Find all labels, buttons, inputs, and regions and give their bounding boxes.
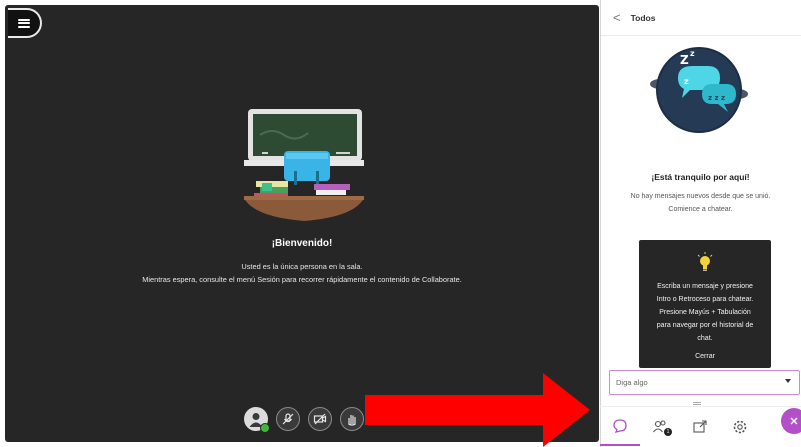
welcome-message-line1: Usted es la única persona en la sala. [241, 262, 363, 271]
session-menu-button[interactable] [8, 8, 42, 38]
raise-hand-icon [348, 415, 356, 426]
tab-share-content[interactable] [680, 408, 720, 446]
raise-hand-button[interactable] [340, 407, 364, 431]
empty-chat-line1: No hay mensajes nuevos desde que se unió… [630, 193, 771, 200]
back-chevron-icon[interactable]: < [613, 11, 621, 24]
red-arrow-annotation [365, 373, 590, 447]
classroom-illustration [244, 109, 364, 221]
svg-text:Z: Z [680, 53, 689, 67]
close-icon [790, 417, 798, 425]
camera-off-icon [313, 413, 327, 425]
tip-line2: Intro o Retroceso para chatear. [656, 296, 754, 303]
tip-line5: chat. [697, 335, 713, 342]
svg-text:z: z [690, 49, 695, 58]
media-controls [244, 402, 364, 436]
panel-tab-bar: 1 [600, 406, 801, 447]
chat-message-input[interactable] [616, 378, 776, 387]
chat-bubble-icon [613, 419, 627, 433]
participants-count-badge: 1 [664, 428, 672, 436]
empty-chat-line2: Comience a chatear. [668, 206, 733, 213]
chat-tip-card: Escriba un mensaje y presione Intro o Re… [639, 240, 771, 368]
empty-chat-title: ¡Está tranquilo por aquí! [651, 172, 750, 182]
resize-grip-icon[interactable] [693, 402, 701, 405]
close-panel-button[interactable] [781, 408, 801, 434]
tab-participants[interactable]: 1 [640, 408, 680, 446]
hamburger-menu-icon [18, 18, 30, 28]
chat-panel-header: < Todos [601, 0, 801, 36]
status-online-icon [260, 423, 270, 433]
tip-close-button[interactable]: Cerrar [645, 353, 765, 360]
svg-text:z: z [684, 77, 689, 86]
camera-toggle-button[interactable] [308, 407, 332, 431]
tab-settings[interactable] [720, 408, 760, 446]
my-status-button[interactable] [244, 407, 270, 433]
tip-line1: Escriba un mensaje y presione [657, 283, 753, 290]
tip-line4: para navegar por el historial de [656, 322, 754, 329]
lightbulb-icon [697, 252, 713, 271]
welcome-message-line2: Mientras espera, consulte el menú Sesión… [142, 275, 462, 284]
svg-text:z z z: z z z [708, 94, 725, 102]
microphone-toggle-button[interactable] [276, 407, 300, 431]
chat-channel-title[interactable]: Todos [631, 13, 656, 23]
sleeping-chat-illustration: Z z z z z z [650, 47, 748, 133]
tab-chat[interactable] [600, 408, 640, 446]
tip-line3: Presione Mayús + Tabulación [659, 309, 751, 316]
welcome-title: ¡Bienvenido! [271, 238, 333, 249]
share-content-icon [693, 420, 707, 433]
chat-input-box [609, 370, 800, 395]
caret-down-icon[interactable] [785, 379, 791, 383]
microphone-off-icon [282, 413, 294, 425]
gear-icon [733, 420, 747, 434]
